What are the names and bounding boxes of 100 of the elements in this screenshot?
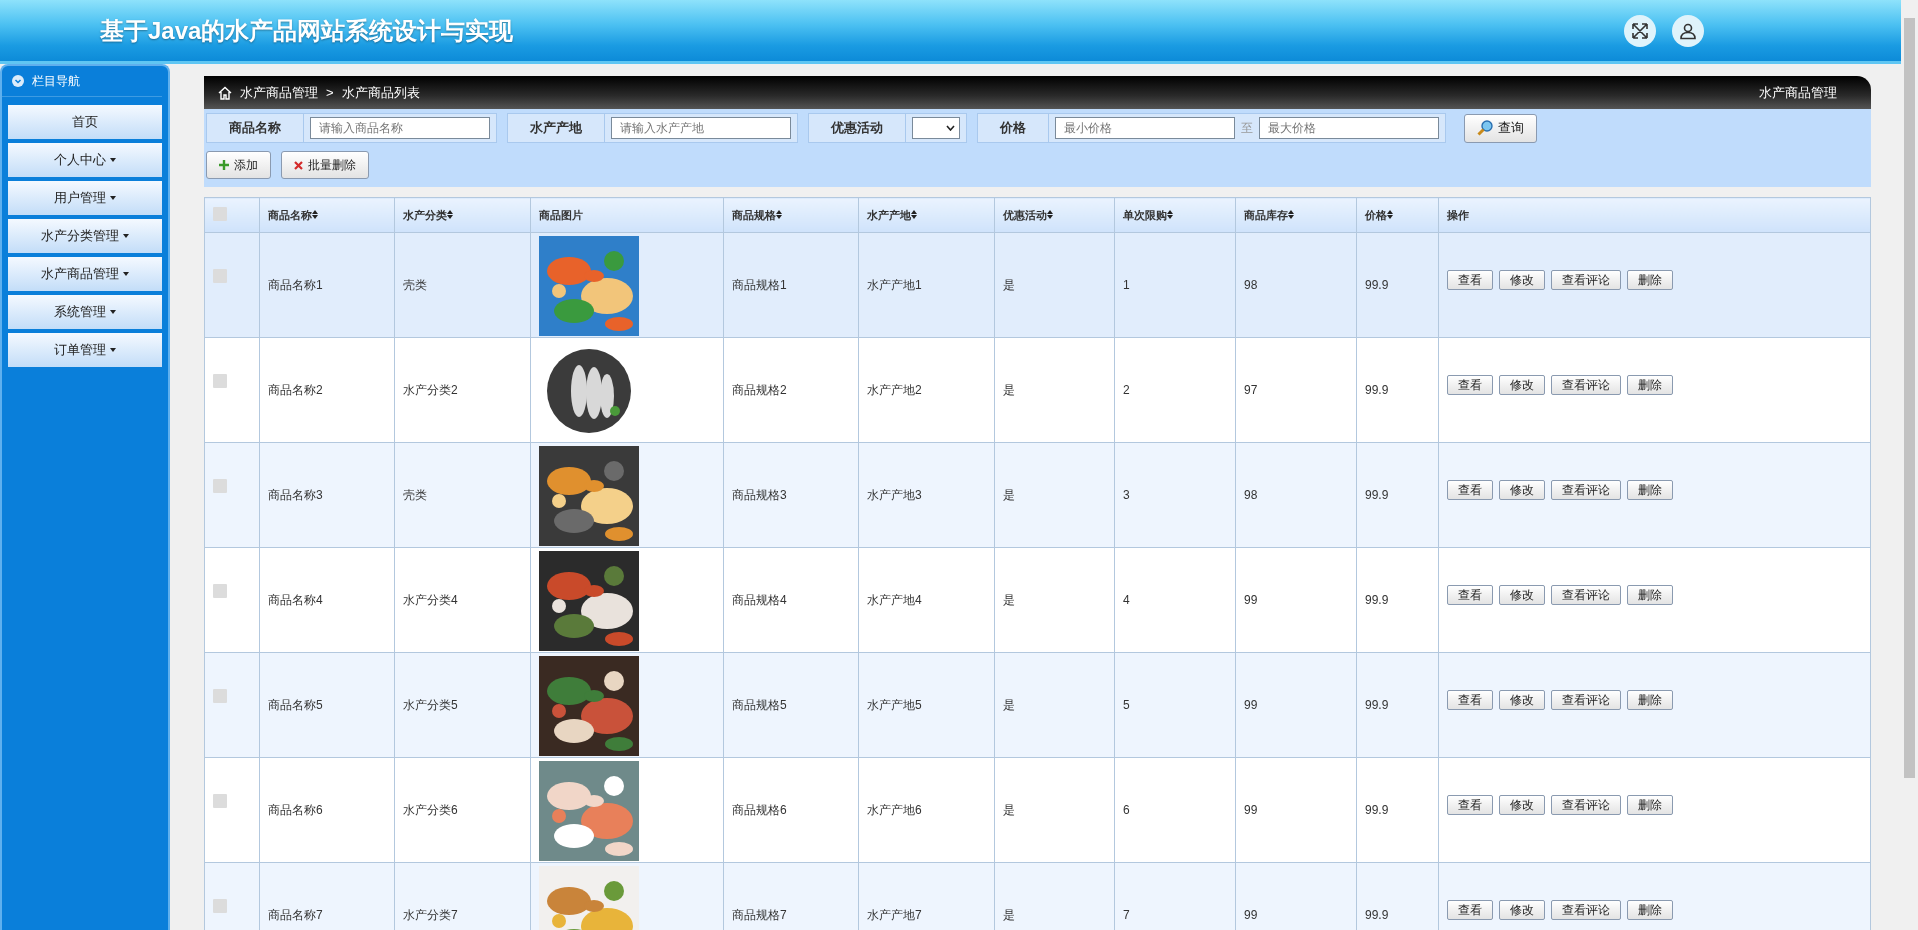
comments-button[interactable]: 查看评论 [1551,690,1621,710]
select-all-checkbox[interactable] [213,207,227,221]
row-checkbox[interactable] [213,583,227,598]
nav-item[interactable]: 水产分类管理 [8,219,162,253]
nav-item[interactable]: 个人中心 [8,143,162,177]
max-price-field[interactable]: 最大价格 [1259,117,1439,139]
column-header[interactable]: 优惠活动 [1003,208,1047,221]
nav-item[interactable]: 首页 [8,105,162,139]
table-cell: 商品规格7 [732,907,787,922]
user-button[interactable] [1672,14,1704,47]
dropdown[interactable] [912,117,960,139]
search-button[interactable]: 查询 [1464,113,1537,143]
table-cell: 水产产地1 [867,277,922,292]
row-checkbox[interactable] [213,898,227,913]
table-cell: 水产分类2 [403,382,458,397]
sort-icon[interactable] [1047,209,1053,219]
view-button[interactable]: 查看 [1447,795,1493,815]
sort-icon[interactable] [312,209,318,219]
sort-icon[interactable] [1288,209,1294,219]
field-label: 水产产地 [508,114,605,142]
view-button[interactable]: 查看 [1447,690,1493,710]
comments-button[interactable]: 查看评论 [1551,270,1621,290]
view-button[interactable]: 查看 [1447,270,1493,290]
nav-item[interactable]: 用户管理 [8,181,162,215]
nav-item[interactable]: 水产商品管理 [8,257,162,291]
nav-title: 栏目导航 [32,72,80,90]
plus-icon [219,160,229,170]
delete-button[interactable]: 删除 [1627,690,1673,710]
breadcrumb-separator: > [326,85,334,100]
nav-item[interactable]: 订单管理 [8,333,162,367]
edit-button[interactable]: 修改 [1499,795,1545,815]
scrollbar-thumb[interactable] [1904,18,1915,778]
table-cell: 3 [1123,488,1130,502]
nav-item[interactable]: 系统管理 [8,295,162,329]
edit-button[interactable]: 修改 [1499,585,1545,605]
row-checkbox[interactable] [213,688,227,703]
add-button[interactable]: 添加 [206,151,271,179]
sort-icon[interactable] [911,209,917,219]
table-cell: 98 [1244,278,1258,292]
view-button[interactable]: 查看 [1447,480,1493,500]
view-button[interactable]: 查看 [1447,585,1493,605]
view-button[interactable]: 查看 [1447,375,1493,395]
row-checkbox[interactable] [213,268,227,283]
comments-button[interactable]: 查看评论 [1551,480,1621,500]
edit-button[interactable]: 修改 [1499,270,1545,290]
sort-icon[interactable] [1387,209,1393,219]
table-cell: 商品名称7 [268,907,323,922]
table-cell: 99.9 [1365,383,1389,397]
home-icon[interactable] [218,85,232,100]
field-label: 优惠活动 [809,114,906,142]
table-cell: 是 [1003,382,1015,397]
table-cell: 99 [1244,803,1258,817]
delete-button[interactable]: 删除 [1627,795,1673,815]
table-cell: 99.9 [1365,593,1389,607]
edit-button[interactable]: 修改 [1499,375,1545,395]
sort-icon[interactable] [447,209,453,219]
breadcrumb-item[interactable]: 水产商品管理 [240,83,318,102]
search-field[interactable]: 请输入商品名称 [310,117,490,139]
batch-delete-button[interactable]: 批量删除 [281,151,369,179]
user-icon [1679,21,1697,40]
table-cell: 商品名称3 [268,487,323,502]
column-header[interactable]: 商品库存 [1244,208,1288,221]
view-button[interactable]: 查看 [1447,900,1493,920]
edit-button[interactable]: 修改 [1499,480,1545,500]
comments-button[interactable]: 查看评论 [1551,585,1621,605]
table-cell: 99.9 [1365,488,1389,502]
delete-button[interactable]: 删除 [1627,900,1673,920]
search-field[interactable]: 请输入水产产地 [611,117,791,139]
table-cell: 4 [1123,593,1130,607]
delete-button[interactable]: 删除 [1627,585,1673,605]
edit-button[interactable]: 修改 [1499,690,1545,710]
table-cell: 99.9 [1365,698,1389,712]
table-cell: 是 [1003,487,1015,502]
min-price-field[interactable]: 最小价格 [1055,117,1235,139]
table-cell: 商品规格6 [732,802,787,817]
expand-icon [1631,21,1649,40]
table-cell: 98 [1244,488,1258,502]
column-header[interactable]: 商品规格 [732,208,776,221]
fullscreen-button[interactable] [1624,14,1656,47]
sort-icon[interactable] [1167,209,1173,219]
column-header[interactable]: 水产产地 [867,208,911,221]
row-checkbox[interactable] [213,793,227,808]
column-header[interactable]: 商品名称 [268,208,312,221]
edit-button[interactable]: 修改 [1499,900,1545,920]
delete-button[interactable]: 删除 [1627,375,1673,395]
delete-button[interactable]: 删除 [1627,270,1673,290]
field-label: 商品名称 [207,114,304,142]
table-cell: 商品规格5 [732,697,787,712]
comments-button[interactable]: 查看评论 [1551,795,1621,815]
column-header: 商品图片 [539,208,583,221]
column-header[interactable]: 单次限购 [1123,208,1167,221]
comments-button[interactable]: 查看评论 [1551,900,1621,920]
sort-icon[interactable] [776,209,782,219]
row-checkbox[interactable] [213,373,227,388]
site-title: 基于Java的水产品网站系统设计与实现 [100,15,514,46]
column-header[interactable]: 水产分类 [403,208,447,221]
row-checkbox[interactable] [213,478,227,493]
delete-button[interactable]: 删除 [1627,480,1673,500]
column-header[interactable]: 价格 [1365,208,1387,221]
comments-button[interactable]: 查看评论 [1551,375,1621,395]
